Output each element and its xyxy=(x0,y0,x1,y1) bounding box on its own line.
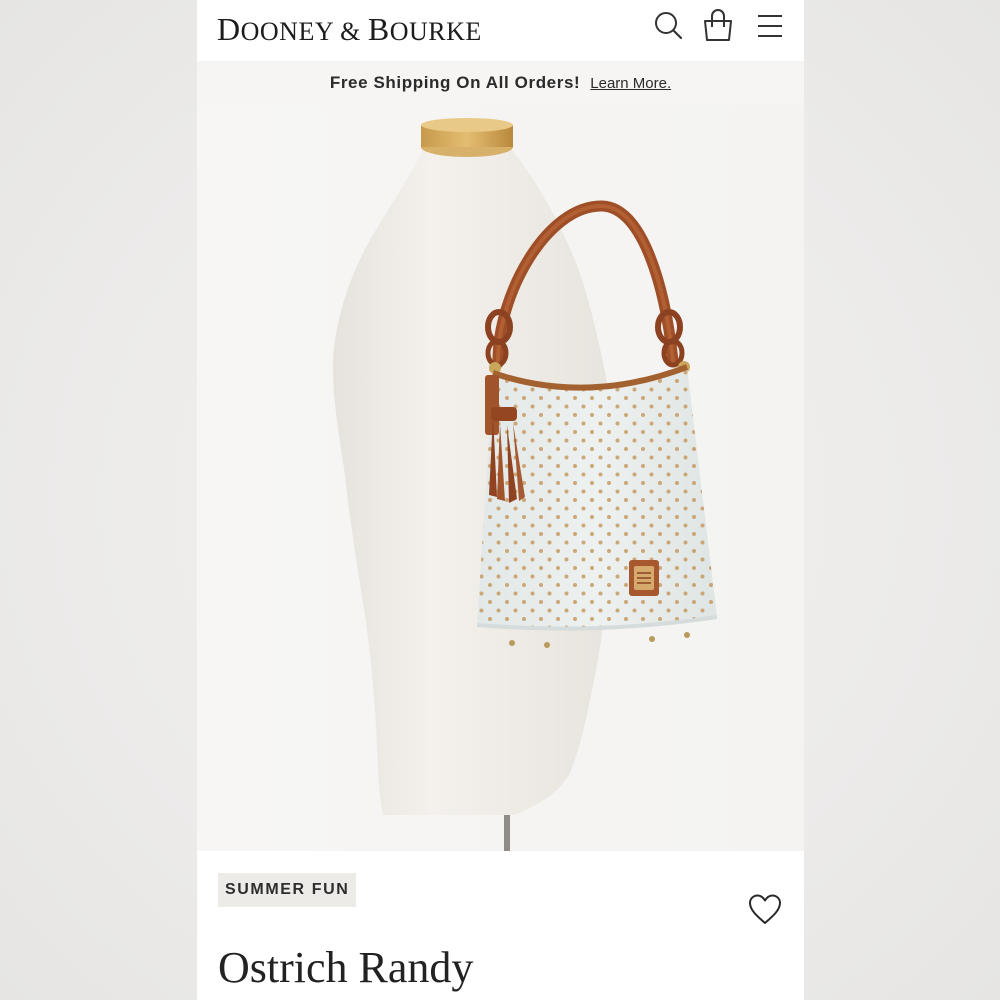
product-image-carousel[interactable] xyxy=(197,105,804,851)
product-title: Ostrich Randy xyxy=(218,943,474,992)
product-info: SUMMER FUN Ostrich Randy xyxy=(197,851,804,1000)
shopping-bag-icon[interactable] xyxy=(703,8,733,42)
search-icon[interactable] xyxy=(653,8,683,42)
site-header: DOONEY & BOURKE xyxy=(197,0,804,61)
heart-icon[interactable] xyxy=(747,893,783,927)
menu-icon[interactable] xyxy=(755,8,785,42)
collection-badge: SUMMER FUN xyxy=(218,873,357,907)
promo-text: Free Shipping On All Orders! xyxy=(329,73,581,92)
mobile-page: DOONEY & BOURKE Free Shipping On All Ord… xyxy=(197,0,804,1000)
brand-logo[interactable]: DOONEY & BOURKE xyxy=(217,11,482,48)
promo-banner: Free Shipping On All Orders! Learn More. xyxy=(197,61,804,105)
learn-more-link[interactable]: Learn More. xyxy=(590,75,671,92)
product-image xyxy=(197,105,804,851)
